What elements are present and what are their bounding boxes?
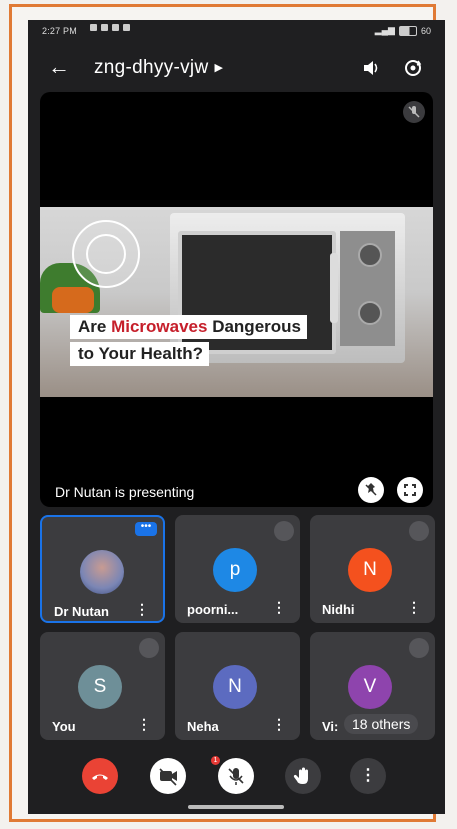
- phone-screen: 2:27 PM ▂▄▆ 60 ← zng-dhyy-vjw ▶ Are Micr…: [28, 20, 445, 814]
- avatar: N: [213, 665, 257, 709]
- slide-headline-line2: to Your Health?: [70, 342, 209, 366]
- participant-name: Nidhi: [322, 602, 355, 617]
- more-options-button[interactable]: ⋮: [350, 758, 386, 794]
- speaking-indicator-icon: •••: [135, 522, 157, 536]
- chevron-right-icon: ▶: [214, 62, 224, 75]
- mic-off-icon: [403, 101, 425, 123]
- participant-tile-others[interactable]: V Vi: 18 others: [310, 632, 435, 740]
- headline-text: Are: [78, 317, 112, 336]
- switch-camera-icon[interactable]: [403, 58, 423, 83]
- app-icon: [123, 24, 130, 31]
- carrots-image: [52, 287, 94, 313]
- avatar: p: [213, 548, 257, 592]
- battery-icon: [398, 25, 417, 36]
- raise-hand-button[interactable]: [285, 758, 321, 794]
- participant-name: Dr Nutan: [54, 604, 109, 619]
- mic-off-icon: [139, 638, 159, 658]
- more-options-icon[interactable]: ⋮: [272, 716, 286, 733]
- others-count[interactable]: 18 others: [344, 714, 419, 734]
- microwave-knob: [358, 243, 382, 267]
- alarm-icon: [101, 24, 108, 31]
- status-right: ▂▄▆ 60: [375, 25, 431, 36]
- meeting-title[interactable]: zng-dhyy-vjw ▶: [94, 57, 223, 79]
- presentation-stage[interactable]: Are Microwaves Dangerous to Your Health?…: [40, 92, 433, 507]
- microwave-knob: [358, 301, 382, 325]
- back-arrow-icon[interactable]: ←: [48, 54, 70, 80]
- shared-slide: Are Microwaves Dangerous to Your Health?: [40, 207, 433, 397]
- participant-name: Neha: [187, 719, 219, 734]
- slide-headline-line1: Are Microwaves Dangerous: [70, 315, 307, 339]
- presenting-label: Dr Nutan is presenting: [55, 484, 195, 500]
- mic-off-icon: [274, 521, 294, 541]
- avatar: N: [348, 548, 392, 592]
- more-options-icon[interactable]: ⋮: [272, 599, 286, 616]
- call-controls: ⋮: [28, 740, 445, 814]
- seal-logo: [72, 220, 140, 288]
- participant-name: You: [52, 719, 76, 734]
- participant-tile[interactable]: p poorni... ⋮: [175, 515, 300, 623]
- microwave-panel: [340, 231, 395, 346]
- headline-highlight: Microwaves: [111, 317, 208, 336]
- status-time: 2:27 PM: [42, 26, 77, 36]
- chat-badge: 1: [211, 756, 220, 765]
- participant-tile[interactable]: ••• Dr Nutan ⋮: [40, 515, 165, 623]
- mic-off-button[interactable]: [218, 758, 254, 794]
- home-indicator: [188, 805, 284, 809]
- microwave-handle: [330, 253, 338, 323]
- more-options-icon[interactable]: ⋮: [137, 716, 151, 733]
- more-options-icon[interactable]: ⋮: [407, 599, 421, 616]
- headline-text: Dangerous: [207, 317, 301, 336]
- camera-off-button[interactable]: [150, 758, 186, 794]
- mic-off-icon: [409, 638, 429, 658]
- participant-name: poorni...: [187, 602, 239, 617]
- pin-button[interactable]: [358, 477, 384, 503]
- avatar: V: [348, 665, 392, 709]
- notification-icons: [90, 24, 130, 31]
- notification-icon: [90, 24, 97, 31]
- participant-tile[interactable]: N Nidhi ⋮: [310, 515, 435, 623]
- battery-percent: 60: [420, 25, 431, 36]
- participant-tile[interactable]: S You ⋮: [40, 632, 165, 740]
- meeting-header: ← zng-dhyy-vjw ▶: [28, 48, 445, 88]
- signal-icon: ▂▄▆: [374, 25, 395, 35]
- more-options-icon[interactable]: ⋮: [135, 601, 149, 618]
- avatar: S: [78, 665, 122, 709]
- status-bar: 2:27 PM ▂▄▆ 60: [28, 20, 445, 42]
- participant-tile[interactable]: N Neha ⋮: [175, 632, 300, 740]
- participant-name: Vi:: [322, 719, 339, 734]
- meeting-code: zng-dhyy-vjw: [94, 57, 209, 78]
- message-icon: [112, 24, 119, 31]
- avatar: [80, 550, 124, 594]
- fullscreen-button[interactable]: [397, 477, 423, 503]
- mic-off-icon: [409, 521, 429, 541]
- microwave-image: [170, 213, 405, 363]
- end-call-button[interactable]: [82, 758, 118, 794]
- speaker-icon[interactable]: [362, 60, 380, 81]
